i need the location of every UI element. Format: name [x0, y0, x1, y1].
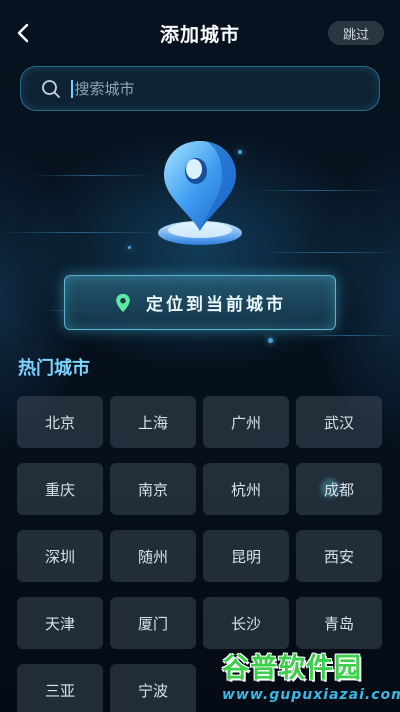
city-button[interactable]: 青岛 [296, 597, 382, 649]
hot-cities-title: 热门城市 [18, 358, 90, 379]
city-button[interactable]: 深圳 [17, 530, 103, 582]
locate-current-city-button[interactable]: 定位到当前城市 [64, 275, 336, 330]
header: 添加城市 跳过 [0, 0, 400, 66]
location-pin-illustration [150, 135, 250, 255]
watermark-logo: 谷普软件园 www.gupuxiazai.com [222, 646, 400, 708]
city-button[interactable]: 武汉 [296, 396, 382, 448]
location-pin-icon [158, 141, 242, 245]
city-button[interactable]: 成都 [296, 463, 382, 515]
search-icon [42, 79, 60, 98]
watermark-main: 谷普软件园 [222, 653, 362, 684]
city-button[interactable]: 天津 [17, 597, 103, 649]
location-marker-icon [116, 293, 130, 312]
skip-button[interactable]: 跳过 [328, 21, 384, 45]
city-button[interactable]: 随州 [110, 530, 196, 582]
city-button[interactable]: 杭州 [203, 463, 289, 515]
city-button[interactable]: 西安 [296, 530, 382, 582]
city-button[interactable]: 上海 [110, 396, 196, 448]
city-button[interactable]: 昆明 [203, 530, 289, 582]
city-button[interactable]: 三亚 [17, 664, 103, 712]
city-button[interactable]: 北京 [17, 396, 103, 448]
locate-button-label: 定位到当前城市 [146, 295, 286, 315]
search-bar[interactable] [20, 66, 380, 111]
watermark-url: www.gupuxiazai.com [222, 687, 400, 703]
text-caret [71, 79, 73, 98]
search-input[interactable] [74, 79, 355, 98]
city-button[interactable]: 广州 [203, 396, 289, 448]
city-button[interactable]: 厦门 [110, 597, 196, 649]
city-button[interactable]: 重庆 [17, 463, 103, 515]
city-button[interactable]: 南京 [110, 463, 196, 515]
city-button[interactable]: 宁波 [110, 664, 196, 712]
city-button[interactable]: 长沙 [203, 597, 289, 649]
